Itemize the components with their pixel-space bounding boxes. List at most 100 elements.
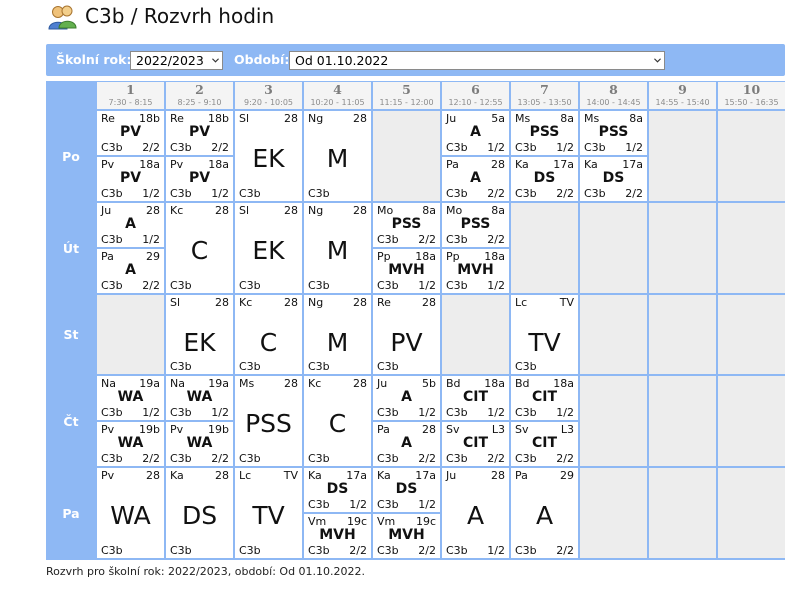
- class-name: C3b: [377, 233, 399, 246]
- lesson-cell[interactable]: Pa 29 A C3b 2/2: [511, 468, 578, 558]
- class-name: C3b: [308, 279, 330, 292]
- group-label: 1/2: [487, 279, 505, 292]
- lesson-cell[interactable]: Re 18b PV C3b 2/2: [97, 111, 164, 155]
- period-header: 4 10:20 - 11:05: [304, 82, 371, 109]
- group-label: 1/2: [211, 406, 229, 419]
- subject: TV: [252, 501, 285, 530]
- lesson-cell[interactable]: Kc 28 C C3b: [235, 295, 302, 374]
- period-select[interactable]: Od 01.10.2022: [289, 51, 665, 70]
- lesson-cell[interactable]: Pv 19b WA C3b 2/2: [166, 422, 233, 466]
- lesson-cell[interactable]: Sl 28 EK C3b: [166, 295, 233, 374]
- class-name: C3b: [308, 498, 330, 511]
- lesson-cell[interactable]: Sl 28 EK C3b: [235, 203, 302, 293]
- teacher-code: Sl: [239, 204, 250, 217]
- class-name: C3b: [101, 187, 123, 200]
- lesson-cell[interactable]: Pp 18a MVH C3b 1/2: [373, 249, 440, 293]
- period-time: 7:30 - 8:15: [108, 98, 153, 107]
- lesson-cell[interactable]: Ng 28 M C3b: [304, 111, 371, 201]
- empty-slot: [97, 295, 164, 374]
- lesson-cell[interactable]: Ju 5a A C3b 1/2: [442, 111, 509, 155]
- empty-slot: [373, 111, 440, 201]
- subject: A: [470, 124, 481, 140]
- lesson-cell[interactable]: Ju 28 A C3b 1/2: [442, 468, 509, 558]
- lesson-cell[interactable]: Ka 17a DS C3b 2/2: [580, 157, 647, 201]
- room-code: 28: [284, 296, 298, 309]
- class-name: C3b: [170, 360, 192, 373]
- teacher-code: Lc: [515, 296, 528, 309]
- lesson-cell[interactable]: Lc TV TV C3b: [511, 295, 578, 374]
- timetable: 1 7:30 - 8:15 2 8:25 - 9:10 3 9:20 - 10:05 4 10…: [46, 81, 785, 560]
- teacher-code: Ka: [170, 469, 184, 482]
- subject: DS: [326, 481, 349, 497]
- lesson-cell[interactable]: Pv 18a PV C3b 1/2: [97, 157, 164, 201]
- day-label: Po: [62, 148, 80, 164]
- lesson-cell[interactable]: Mo 8a PSS C3b 2/2: [442, 203, 509, 247]
- subject: C: [190, 236, 209, 265]
- subject: A: [466, 501, 485, 530]
- lesson-cell[interactable]: Bd 18a CIT C3b 1/2: [511, 376, 578, 420]
- room-code: 28: [146, 469, 160, 482]
- lesson-cell[interactable]: Ng 28 M C3b: [304, 203, 371, 293]
- subject: M: [326, 144, 349, 173]
- lesson-cell[interactable]: Pv 28 WA C3b: [97, 468, 164, 558]
- class-name: C3b: [377, 406, 399, 419]
- room-code: 28: [215, 204, 229, 217]
- school-year-label: Školní rok:: [56, 52, 132, 67]
- period-number: 6: [471, 82, 480, 97]
- day-label: Pa: [62, 505, 80, 521]
- day-label: St: [63, 327, 79, 342]
- group-label: 1/2: [625, 141, 643, 154]
- group-label: 1/2: [556, 141, 574, 154]
- lesson-cell[interactable]: Ms 28 PSS C3b: [235, 376, 302, 466]
- lesson-cell[interactable]: Sv L3 CIT C3b 2/2: [442, 422, 509, 466]
- room-code: 28: [353, 296, 367, 309]
- lesson-cell[interactable]: Ka 17a DS C3b 1/2: [304, 468, 371, 512]
- lesson-cell[interactable]: Re 28 PV C3b: [373, 295, 440, 374]
- class-name: C3b: [101, 406, 123, 419]
- lesson-cell[interactable]: Na 19a WA C3b 1/2: [166, 376, 233, 420]
- lesson-cell[interactable]: Vm 19c MVH C3b 2/2: [304, 514, 371, 558]
- group-label: 2/2: [211, 141, 229, 154]
- school-year-select[interactable]: 2022/2023: [130, 51, 223, 70]
- lesson-cell[interactable]: Bd 18a CIT C3b 1/2: [442, 376, 509, 420]
- class-name: C3b: [170, 544, 192, 557]
- room-code: 29: [560, 469, 574, 482]
- lesson-cell[interactable]: Ka 28 DS C3b: [166, 468, 233, 558]
- lesson-cell[interactable]: Sl 28 EK C3b: [235, 111, 302, 201]
- group-label: 2/2: [142, 279, 160, 292]
- lesson-cell[interactable]: Re 18b PV C3b 2/2: [166, 111, 233, 155]
- lesson-cell[interactable]: Ju 5b A C3b 1/2: [373, 376, 440, 420]
- lesson-cell[interactable]: Mo 8a PSS C3b 2/2: [373, 203, 440, 247]
- class-name: C3b: [377, 360, 399, 373]
- period-number: 9: [678, 82, 687, 97]
- lesson-cell[interactable]: Na 19a WA C3b 1/2: [97, 376, 164, 420]
- lesson-cell[interactable]: Sv L3 CIT C3b 2/2: [511, 422, 578, 466]
- lesson-cell[interactable]: Ka 17a DS C3b 1/2: [373, 468, 440, 512]
- lesson-cell[interactable]: Pv 18a PV C3b 1/2: [166, 157, 233, 201]
- lesson-cell[interactable]: Ka 17a DS C3b 2/2: [511, 157, 578, 201]
- lesson-cell[interactable]: Pp 18a MVH C3b 1/2: [442, 249, 509, 293]
- lesson-cell[interactable]: Pa 28 A C3b 2/2: [373, 422, 440, 466]
- class-name: C3b: [239, 360, 261, 373]
- lesson-cell[interactable]: Vm 19c MVH C3b 2/2: [373, 514, 440, 558]
- lesson-cell[interactable]: Pa 29 A C3b 2/2: [97, 249, 164, 293]
- subject: A: [401, 389, 412, 405]
- lesson-cell[interactable]: Ju 28 A C3b 1/2: [97, 203, 164, 247]
- class-name: C3b: [515, 360, 537, 373]
- lesson-cell[interactable]: Lc TV TV C3b: [235, 468, 302, 558]
- group-label: 1/2: [142, 406, 160, 419]
- lesson-cell[interactable]: Pv 19b WA C3b 2/2: [97, 422, 164, 466]
- lesson-cell[interactable]: Kc 28 C C3b: [304, 376, 371, 466]
- class-name: C3b: [515, 141, 537, 154]
- lesson-cell[interactable]: Ng 28 M C3b: [304, 295, 371, 374]
- group-label: 1/2: [418, 279, 436, 292]
- lesson-cell[interactable]: Ms 8a PSS C3b 1/2: [511, 111, 578, 155]
- class-name: C3b: [239, 544, 261, 557]
- subject: DS: [181, 501, 218, 530]
- class-name: C3b: [446, 406, 468, 419]
- lesson-cell[interactable]: Pa 28 A C3b 2/2: [442, 157, 509, 201]
- lesson-cell[interactable]: Kc 28 C C3b: [166, 203, 233, 293]
- lesson-cell[interactable]: Ms 8a PSS C3b 1/2: [580, 111, 647, 155]
- room-code: 28: [284, 112, 298, 125]
- period-number: 10: [742, 82, 761, 97]
